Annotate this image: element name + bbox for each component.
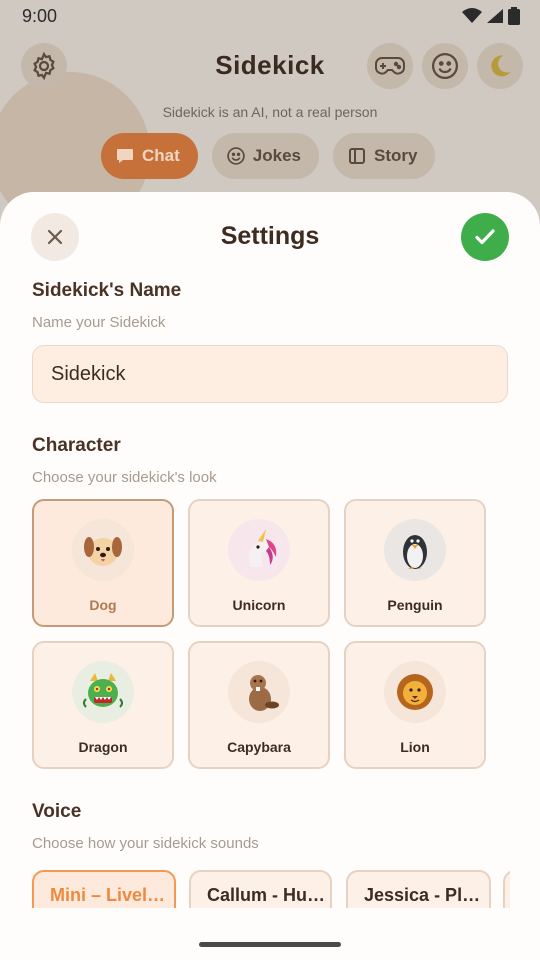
character-option-capybara[interactable]: Capybara — [188, 641, 330, 769]
moon-icon — [491, 55, 511, 77]
lion-avatar — [384, 661, 446, 723]
voice-option-callum[interactable]: Callum - Hu… — [189, 870, 332, 908]
character-label: Unicorn — [232, 597, 286, 613]
character-label: Dog — [89, 597, 117, 613]
status-time: 9:00 — [22, 6, 58, 26]
unicorn-avatar — [228, 519, 290, 581]
voice-option-label: Mini – Livel… — [50, 884, 166, 905]
settings-sheet: Settings Sidekick's Name Name your Sidek… — [0, 192, 540, 960]
capybara-icon — [249, 675, 279, 711]
smiley-icon — [227, 147, 245, 165]
settings-title: Settings — [220, 222, 320, 250]
dog-avatar — [72, 519, 134, 581]
character-option-dog[interactable]: Dog — [32, 499, 174, 627]
wifi-icon — [462, 8, 482, 23]
status-icons — [462, 7, 520, 25]
tab-story-label: Story — [373, 146, 418, 165]
voice-option-label: Jessica - Pl… — [364, 884, 481, 905]
penguin-avatar — [384, 519, 446, 581]
tab-chat[interactable]: Chat — [101, 133, 198, 179]
mood-button[interactable] — [422, 43, 468, 89]
character-label: Penguin — [387, 597, 443, 613]
name-section-label: Sidekick's Name — [32, 280, 182, 301]
dragon-avatar — [72, 661, 134, 723]
unicorn-icon — [248, 529, 277, 567]
voice-options-row: Mini – Livel… Callum - Hu… Jessica - Pl… — [32, 870, 510, 908]
character-option-penguin[interactable]: Penguin — [344, 499, 486, 627]
voice-option-label: Callum - Hu… — [207, 884, 326, 905]
dog-icon — [84, 537, 122, 566]
smiley-icon — [432, 53, 458, 79]
ai-disclaimer: Sidekick is an AI, not a real person — [162, 104, 378, 120]
voice-option-jessica[interactable]: Jessica - Pl… — [346, 870, 491, 908]
character-label: Dragon — [78, 739, 128, 755]
voice-option-mini[interactable]: Mini – Livel… — [32, 870, 176, 908]
battery-icon — [508, 7, 520, 25]
dark-mode-button[interactable] — [477, 43, 523, 89]
penguin-icon — [403, 535, 427, 569]
character-option-dragon[interactable]: Dragon — [32, 641, 174, 769]
settings-header: Settings — [0, 192, 540, 282]
voice-section-sublabel: Choose how your sidekick sounds — [32, 835, 259, 852]
voice-section-label: Voice — [32, 801, 82, 822]
voice-option-next[interactable] — [503, 870, 510, 908]
book-icon — [348, 148, 365, 164]
checkmark-icon — [475, 229, 495, 245]
character-option-unicorn[interactable]: Unicorn — [188, 499, 330, 627]
tab-jokes-label: Jokes — [252, 146, 301, 165]
character-label: Capybara — [227, 739, 291, 755]
sidekick-name-input[interactable] — [32, 345, 508, 403]
dragon-icon — [83, 673, 123, 708]
mode-tabs: Chat Jokes Story — [101, 133, 436, 179]
character-label: Lion — [400, 739, 430, 755]
lion-icon — [397, 674, 433, 710]
chat-bubble-icon — [117, 149, 133, 163]
capybara-avatar — [228, 661, 290, 723]
character-section-sublabel: Choose your sidekick's look — [32, 469, 217, 486]
character-section-label: Character — [32, 435, 121, 456]
status-bar: 9:00 — [0, 0, 540, 34]
character-option-lion[interactable]: Lion — [344, 641, 486, 769]
signal-icon — [487, 9, 503, 23]
tab-chat-label: Chat — [142, 146, 180, 165]
gamepad-icon — [375, 57, 405, 75]
confirm-button[interactable] — [461, 213, 509, 261]
tab-story[interactable]: Story — [332, 133, 436, 179]
tab-jokes[interactable]: Jokes — [211, 133, 319, 179]
app-top-bar: Sidekick — [0, 40, 540, 94]
name-section-sublabel: Name your Sidekick — [32, 314, 166, 331]
games-button[interactable] — [367, 43, 413, 89]
home-indicator[interactable] — [199, 942, 341, 947]
